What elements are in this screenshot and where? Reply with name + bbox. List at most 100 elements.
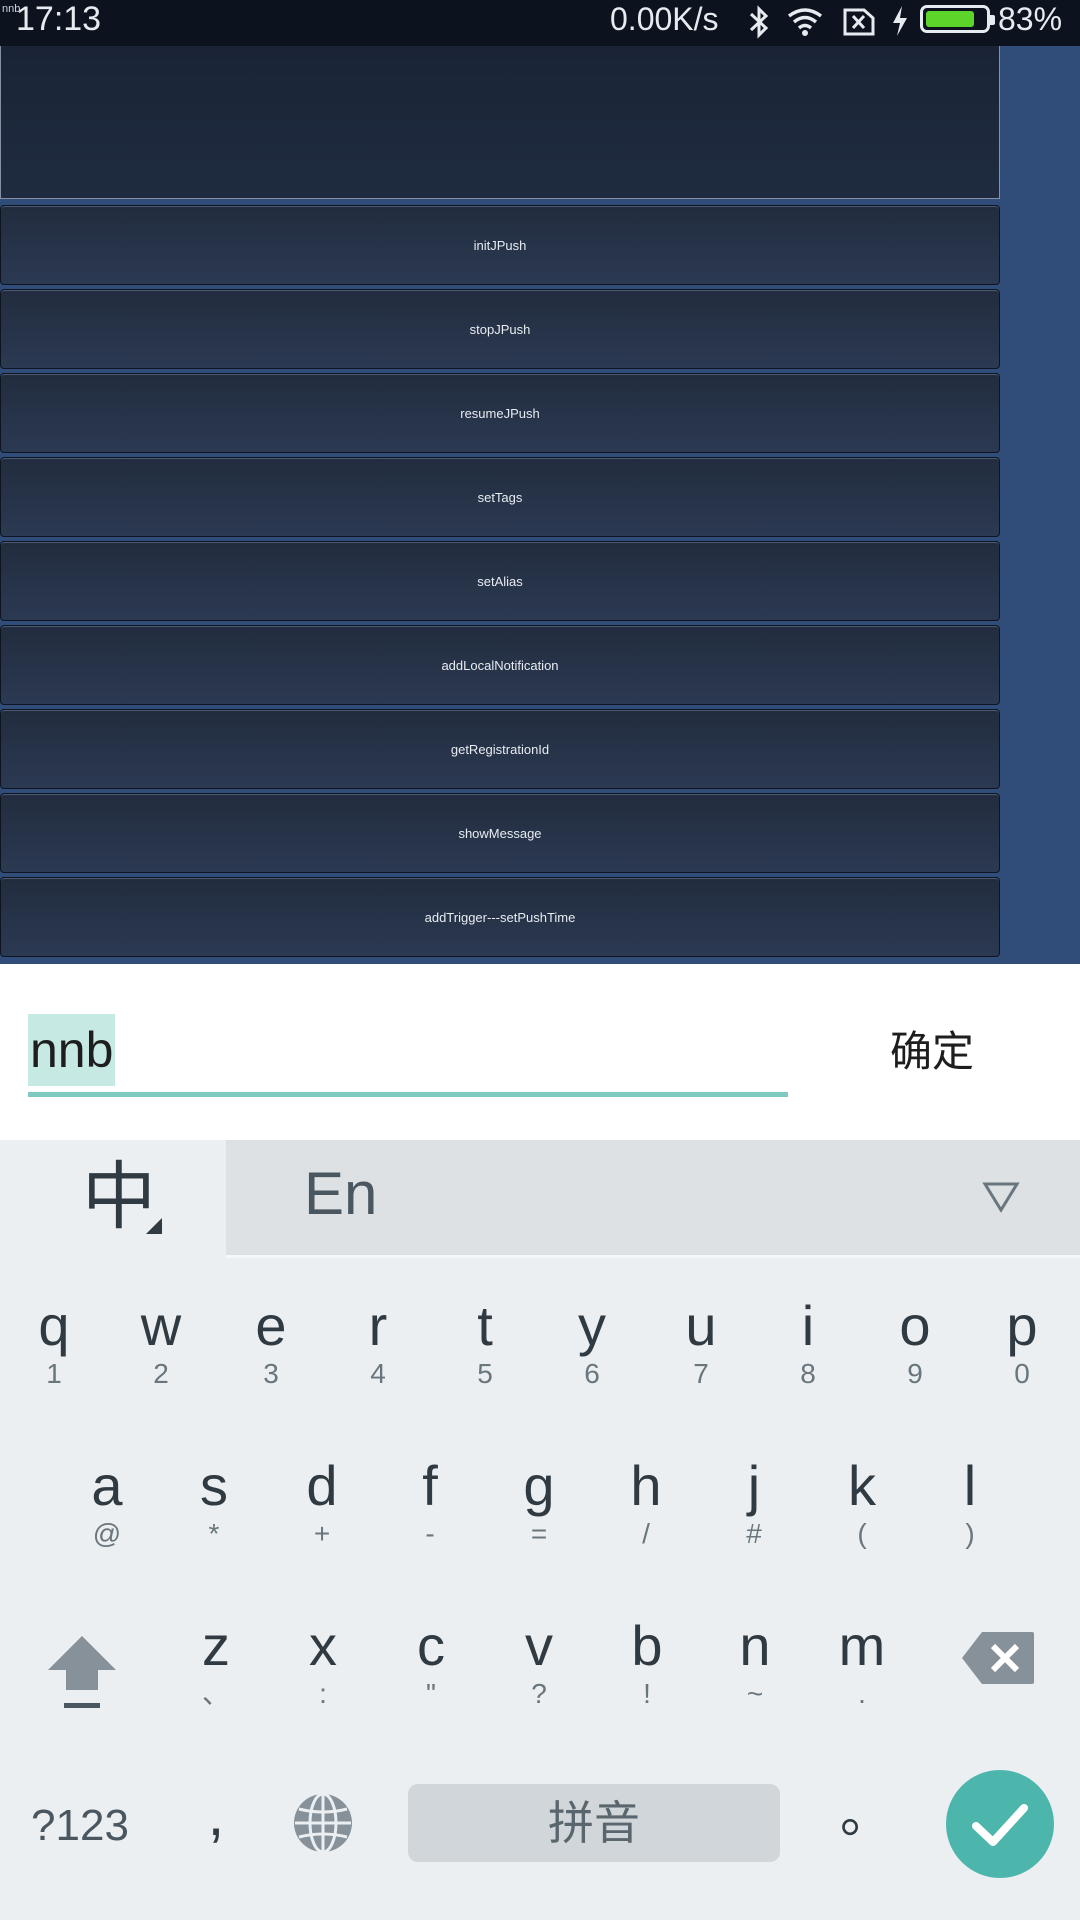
key-g[interactable]: g = <box>489 1428 589 1549</box>
globe-icon[interactable] <box>290 1790 356 1861</box>
language-label: 中 <box>82 1155 156 1238</box>
add-trigger-button[interactable]: addTrigger---setPushTime <box>0 877 1000 957</box>
key-secondary: 6 <box>584 1358 600 1389</box>
key-letter: d <box>306 1454 338 1517</box>
candidate-en[interactable]: En <box>304 1164 377 1224</box>
resume-jpush-button[interactable]: resumeJPush <box>0 373 1000 453</box>
text-input[interactable]: nnb <box>28 1014 788 1086</box>
input-value: nnb <box>28 1014 116 1086</box>
key-f[interactable]: f- <box>380 1428 480 1549</box>
key-q[interactable]: q1 <box>4 1268 104 1389</box>
key-h[interactable]: h / <box>596 1428 696 1549</box>
backspace-key[interactable] <box>960 1630 1036 1691</box>
expand-triangle-icon[interactable] <box>982 1180 1020 1219</box>
key-y[interactable]: y6 <box>542 1268 642 1389</box>
key-secondary: 4 <box>370 1358 386 1389</box>
show-message-button[interactable]: showMessage <box>0 793 1000 873</box>
key-secondary: 8 <box>800 1358 816 1389</box>
status-net-speed: 0.00K/s <box>610 1 719 37</box>
key-letter: c <box>417 1614 445 1677</box>
candidate-bar: En <box>226 1140 1080 1258</box>
space-key[interactable]: 拼音 <box>408 1784 780 1862</box>
key-s[interactable]: s * <box>164 1428 264 1549</box>
key-secondary: ) <box>965 1518 975 1549</box>
language-switch-key[interactable]: 中 <box>0 1140 226 1258</box>
key-letter: b <box>631 1614 663 1677</box>
key-secondary: " <box>426 1678 436 1709</box>
key-secondary: 9 <box>907 1358 923 1389</box>
key-secondary: 、 <box>201 1678 230 1709</box>
key-j[interactable]: j # <box>704 1428 804 1549</box>
key-u[interactable]: u7 <box>651 1268 751 1389</box>
confirm-button[interactable]: 确定 <box>880 1024 984 1080</box>
charging-icon <box>890 4 910 43</box>
key-letter: t <box>477 1294 493 1357</box>
key-secondary: 5 <box>477 1358 493 1389</box>
key-letter: m <box>838 1614 886 1677</box>
key-w[interactable]: w2 <box>111 1268 211 1389</box>
key-z[interactable]: z、 <box>166 1588 266 1709</box>
app-content: initJPush stopJPush resumeJPush setTags … <box>0 46 1000 964</box>
status-time: 17:13 <box>16 0 102 38</box>
check-icon <box>972 1804 1028 1846</box>
add-local-notification-button[interactable]: addLocalNotification <box>0 625 1000 705</box>
key-secondary: ! <box>643 1678 651 1709</box>
key-secondary: / <box>642 1518 650 1549</box>
key-letter: k <box>848 1454 876 1517</box>
key-secondary: 3 <box>263 1358 279 1389</box>
key-v[interactable]: v? <box>489 1588 589 1709</box>
key-t[interactable]: t5 <box>435 1268 535 1389</box>
key-letter: j <box>747 1454 761 1517</box>
period-key[interactable]: 。 <box>840 1780 892 1850</box>
key-a[interactable]: a @ <box>57 1428 157 1549</box>
battery-percent: 83% <box>998 1 1063 37</box>
key-secondary: : <box>319 1678 327 1709</box>
key-b[interactable]: b! <box>597 1588 697 1709</box>
key-i[interactable]: i8 <box>758 1268 858 1389</box>
header-panel <box>0 46 1000 199</box>
key-letter: i <box>801 1294 815 1357</box>
battery-icon <box>920 5 995 33</box>
key-secondary: - <box>425 1518 435 1549</box>
key-letter: v <box>525 1614 553 1677</box>
enter-key[interactable] <box>946 1770 1054 1878</box>
key-letter: h <box>630 1454 662 1517</box>
text-input-bar: nnb 确定 <box>0 964 1080 1140</box>
key-secondary: 0 <box>1014 1358 1030 1389</box>
shift-key[interactable] <box>40 1628 124 1718</box>
key-d[interactable]: d + <box>272 1428 372 1549</box>
key-o[interactable]: o9 <box>865 1268 965 1389</box>
key-letter: q <box>38 1294 70 1357</box>
key-e[interactable]: e3 <box>221 1268 321 1389</box>
bluetooth-icon <box>748 4 770 45</box>
key-k[interactable]: k( <box>812 1428 912 1549</box>
key-r[interactable]: r4 <box>328 1268 428 1389</box>
key-letter: f <box>422 1454 438 1517</box>
key-letter: l <box>963 1454 977 1517</box>
comma-key[interactable]: , <box>196 1780 236 1850</box>
set-alias-button[interactable]: setAlias <box>0 541 1000 621</box>
key-c[interactable]: c " <box>381 1588 481 1709</box>
init-jpush-button[interactable]: initJPush <box>0 205 1000 285</box>
key-letter: u <box>685 1294 717 1357</box>
keyboard-toolbar: 中 En <box>0 1140 1080 1258</box>
symbols-key[interactable]: ?123 <box>30 1796 130 1856</box>
key-secondary: @ <box>92 1518 122 1549</box>
get-registration-id-button[interactable]: getRegistrationId <box>0 709 1000 789</box>
backspace-icon <box>962 1632 1034 1684</box>
no-sim-icon <box>842 4 876 43</box>
key-secondary: ( <box>857 1518 867 1549</box>
key-secondary: = <box>530 1518 548 1549</box>
key-n[interactable]: n ~ <box>705 1588 805 1709</box>
stop-jpush-button[interactable]: stopJPush <box>0 289 1000 369</box>
key-l[interactable]: l) <box>920 1428 1020 1549</box>
key-secondary: . <box>858 1678 866 1709</box>
key-m[interactable]: m. <box>812 1588 912 1709</box>
set-tags-button[interactable]: setTags <box>0 457 1000 537</box>
button-list: initJPush stopJPush resumeJPush setTags … <box>0 205 1000 961</box>
key-letter: y <box>578 1294 606 1357</box>
key-p[interactable]: p0 <box>972 1268 1072 1389</box>
key-secondary: # <box>746 1518 762 1549</box>
key-x[interactable]: x: <box>273 1588 373 1709</box>
key-letter: r <box>368 1294 388 1357</box>
